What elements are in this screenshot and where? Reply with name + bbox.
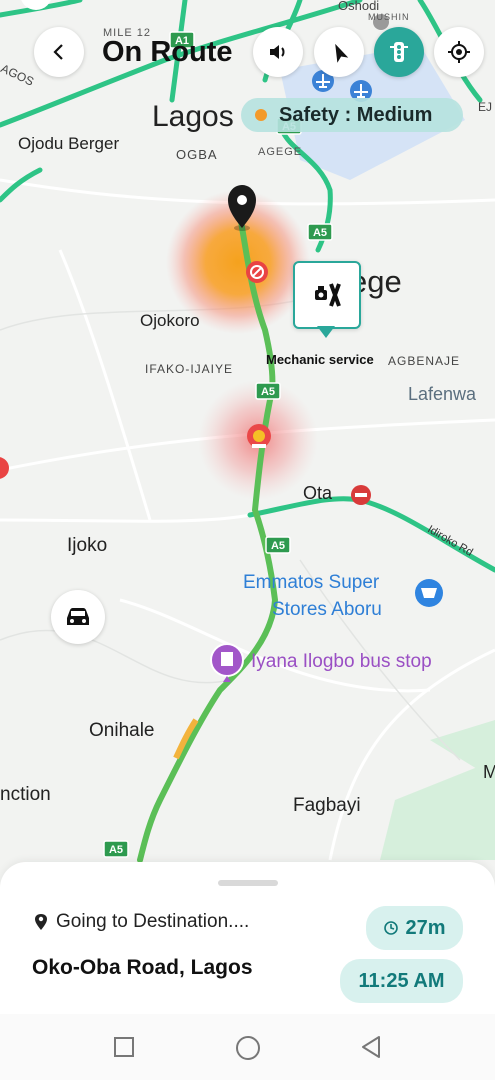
eta-value: 11:25 AM xyxy=(358,969,445,992)
map-label-m: M xyxy=(483,762,495,782)
sheet-handle[interactable] xyxy=(218,880,278,886)
safety-label: Safety : Medium xyxy=(279,103,433,126)
crosshair-icon xyxy=(448,41,470,63)
location-pin-icon xyxy=(35,914,47,930)
map-label-agbenaje: AGBENAJE xyxy=(388,354,461,368)
park-area xyxy=(380,760,495,860)
map-label-ojokoro: Ojokoro xyxy=(140,311,200,330)
map-label-junction: nction xyxy=(0,784,51,805)
map-label-agege-small: AGEGE xyxy=(258,146,303,158)
trip-sheet[interactable]: Going to Destination.... Oko-Oba Road, L… xyxy=(0,862,495,1014)
road-shield-label: A5 xyxy=(261,386,275,398)
triangle-back-icon[interactable] xyxy=(359,1035,383,1059)
speaker-icon xyxy=(270,45,285,59)
traffic-light-icon xyxy=(390,42,408,62)
map-label-ej: EJ xyxy=(478,100,493,114)
circle-icon[interactable] xyxy=(235,1035,261,1061)
map-label-emmatos-1: Emmatos Super xyxy=(243,572,380,593)
eta-chip: 11:25 AM xyxy=(340,959,463,1003)
road-shield: A5 xyxy=(255,382,281,400)
map-label-ogba: OGBA xyxy=(176,147,218,162)
road-closed-icon[interactable] xyxy=(351,485,371,505)
store-pin-icon xyxy=(415,579,443,607)
back-button[interactable] xyxy=(34,27,84,77)
road-shield: A5 xyxy=(103,840,129,858)
car-button[interactable] xyxy=(51,590,105,644)
map-label-lafenwa: Lafenwa xyxy=(408,384,477,404)
road-shield-label: A5 xyxy=(109,844,123,856)
system-navbar xyxy=(0,1014,495,1080)
traffic-button[interactable] xyxy=(374,27,424,77)
duration-chip: 27m xyxy=(366,906,463,950)
road-shield-label: A5 xyxy=(271,540,285,552)
mechanic-label: Mechanic service xyxy=(266,352,374,367)
road-shield-label: A5 xyxy=(313,227,327,239)
roadwork-icon[interactable] xyxy=(247,424,271,448)
compass-icon xyxy=(335,43,349,63)
map-label-ojodu: Ojodu Berger xyxy=(18,134,120,153)
road-shield: A5 xyxy=(307,223,333,241)
car-icon xyxy=(67,608,89,625)
clock-icon xyxy=(384,921,399,935)
mechanic-marker[interactable] xyxy=(293,261,361,329)
bus-stop-pin-icon xyxy=(210,643,244,682)
map-label-onihale: Onihale xyxy=(89,720,155,741)
locate-button[interactable] xyxy=(434,27,484,77)
duration-value: 27m xyxy=(405,916,446,939)
mechanic-pointer xyxy=(317,326,335,338)
map-label-mushin: MUSHIN xyxy=(368,12,410,22)
safety-indicator: Safety : Medium xyxy=(241,98,463,132)
square-icon[interactable] xyxy=(113,1036,135,1058)
map-label-ijoko: Ijoko xyxy=(67,535,108,556)
no-entry-icon[interactable] xyxy=(246,261,268,283)
safety-dot xyxy=(255,109,267,121)
map-label-mile12: MILE 12 xyxy=(103,27,151,39)
map-marker-partial xyxy=(0,457,9,479)
map-label-fagbayi: Fagbayi xyxy=(293,795,361,816)
map-label-ota: Ota xyxy=(303,483,333,503)
map-label-ifako: IFAKO-IJAIYE xyxy=(145,362,234,376)
map-label-emmatos-2: Stores Aboru xyxy=(272,599,382,620)
compass-button[interactable] xyxy=(314,27,364,77)
going-label: Going to Destination.... xyxy=(56,911,250,932)
map-label-lagos: Lagos xyxy=(152,100,234,133)
mechanic-tools-icon xyxy=(315,283,341,307)
page-title: On Route xyxy=(102,36,233,68)
road-shield: A5 xyxy=(265,536,291,554)
sound-button[interactable] xyxy=(253,27,303,77)
map-label-iyana: Iyana Ilogbo bus stop xyxy=(251,651,432,672)
destination-name: Oko-Oba Road, Lagos xyxy=(32,956,253,979)
chevron-left-icon xyxy=(53,44,63,60)
